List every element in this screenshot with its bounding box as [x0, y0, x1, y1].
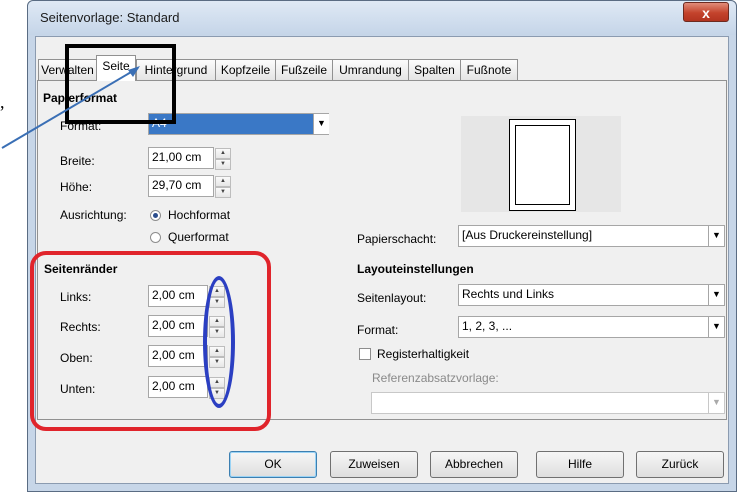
layout-heading: Layouteinstellungen — [357, 262, 474, 276]
zurueck-button[interactable]: Zurück — [636, 451, 724, 478]
chevron-down-icon[interactable]: ▼ — [708, 393, 724, 413]
hilfe-button[interactable]: Hilfe — [536, 451, 624, 478]
spin-up-icon[interactable]: ▲ — [215, 148, 231, 159]
page-preview-margin — [515, 125, 570, 205]
layout-format-label: Format: — [357, 323, 399, 337]
referenzabsatzvorlage-dropdown[interactable] — [371, 392, 725, 414]
blue-highlight-ellipse — [203, 276, 235, 408]
tab-spalten[interactable]: Spalten — [408, 59, 461, 80]
tab-fussnote[interactable]: Fußnote — [460, 59, 518, 80]
seitenlayout-label: Seitenlayout: — [357, 291, 427, 305]
hochformat-label[interactable]: Hochformat — [168, 208, 230, 222]
hochformat-radio[interactable] — [150, 210, 161, 221]
window-title: Seitenvorlage: Standard — [40, 10, 180, 25]
tab-fusszeile[interactable]: Fußzeile — [275, 59, 333, 80]
querformat-label[interactable]: Querformat — [168, 230, 229, 244]
referenzabsatzvorlage-label: Referenzabsatzvorlage: — [372, 371, 499, 385]
zuweisen-button[interactable]: Zuweisen — [330, 451, 418, 478]
chevron-down-icon[interactable]: ▼ — [708, 285, 724, 305]
papierschacht-value: [Aus Druckereinstellung] — [462, 228, 593, 242]
chevron-down-icon[interactable]: ▼ — [313, 114, 329, 134]
chevron-down-icon[interactable]: ▼ — [708, 317, 724, 337]
arrow-annotation-icon — [1, 66, 140, 149]
papierschacht-dropdown[interactable]: [Aus Druckereinstellung] — [458, 225, 725, 247]
hoehe-spinner[interactable]: ▲ ▼ — [215, 176, 231, 198]
spin-up-icon[interactable]: ▲ — [215, 176, 231, 187]
spin-down-icon[interactable]: ▼ — [215, 159, 231, 170]
seitenlayout-value: Rechts und Links — [462, 287, 555, 301]
registerhaltigkeit-label[interactable]: Registerhaltigkeit — [377, 347, 469, 361]
hoehe-label: Höhe: — [60, 180, 93, 194]
papierschacht-label: Papierschacht: — [357, 232, 437, 246]
breite-field[interactable]: 21,00 cm — [148, 147, 214, 169]
breite-spinner[interactable]: ▲ ▼ — [215, 148, 231, 170]
ok-button[interactable]: OK — [229, 451, 317, 478]
seitenlayout-dropdown[interactable]: Rechts und Links — [458, 284, 725, 306]
ausrichtung-label: Ausrichtung: — [60, 208, 127, 222]
spin-down-icon[interactable]: ▼ — [215, 187, 231, 198]
querformat-radio[interactable] — [150, 232, 161, 243]
chevron-down-icon[interactable]: ▼ — [708, 226, 724, 246]
layout-format-dropdown[interactable]: 1, 2, 3, ... — [458, 316, 725, 338]
tab-umrandung[interactable]: Umrandung — [332, 59, 409, 80]
close-button[interactable]: x — [683, 2, 729, 22]
layout-format-value: 1, 2, 3, ... — [462, 319, 513, 333]
hoehe-field[interactable]: 29,70 cm — [148, 175, 214, 197]
tab-kopfzeile[interactable]: Kopfzeile — [215, 59, 276, 80]
abbrechen-button[interactable]: Abbrechen — [430, 451, 518, 478]
registerhaltigkeit-checkbox[interactable] — [359, 348, 371, 360]
